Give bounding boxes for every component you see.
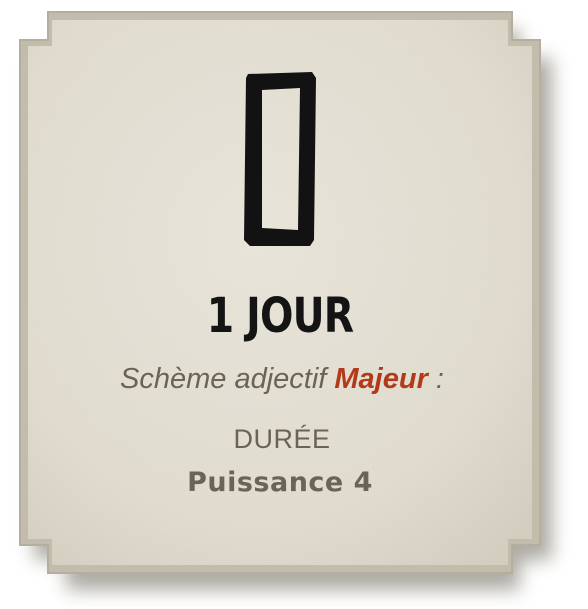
scheme-keyword: Majeur <box>334 363 428 395</box>
rectangle-rune-icon <box>244 72 316 246</box>
card-stage: 1 JOUR Schème adjectif Majeur : DURÉE Pu… <box>0 0 588 609</box>
scheme-prefix: Schème adjectif <box>120 363 327 395</box>
power-label: Puissance 4 <box>187 467 373 498</box>
card-title: 1 JOUR <box>206 288 354 344</box>
card-content: 1 JOUR Schème adjectif Majeur : DURÉE Pu… <box>0 0 588 609</box>
category-label: DURÉE <box>233 424 331 454</box>
scheme-line: Schème adjectif Majeur : <box>0 363 564 396</box>
scheme-suffix: : <box>427 363 444 395</box>
